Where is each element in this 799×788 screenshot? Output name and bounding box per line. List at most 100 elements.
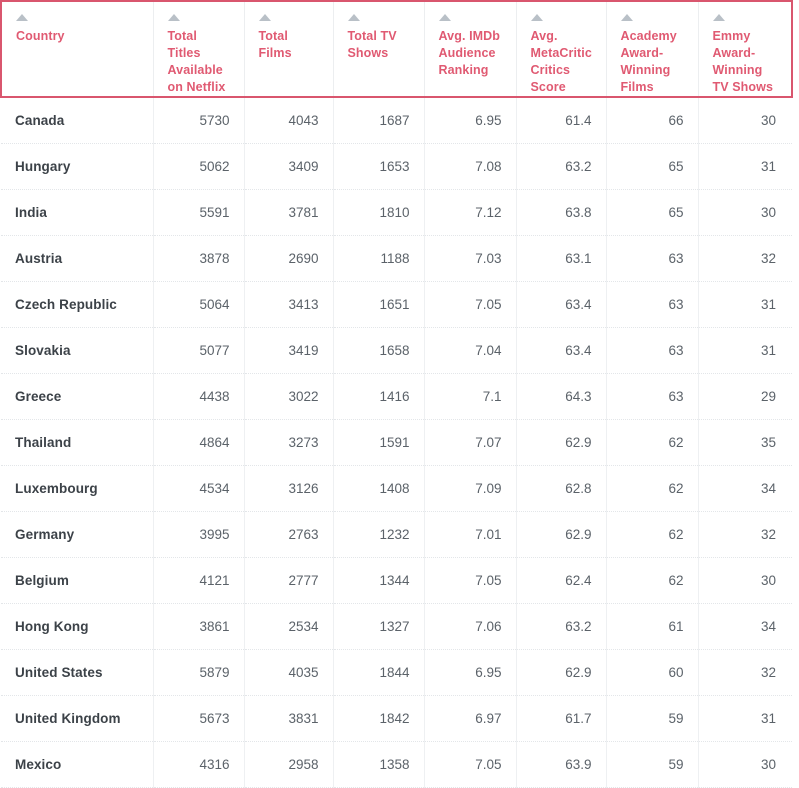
- table-row[interactable]: Greece 4438 3022 1416 7.1 64.3 63 29: [1, 373, 792, 420]
- cell-total_titles: 5077: [153, 327, 245, 374]
- table-row[interactable]: Austria 3878 2690 1188 7.03 63.1 63 32: [1, 235, 792, 282]
- cell-country: United States: [1, 649, 154, 696]
- cell-oscars: 62: [606, 511, 699, 558]
- table-header: Country Total Titles Available on Netflix…: [0, 0, 793, 98]
- column-header-label: Total Films: [258, 29, 292, 60]
- cell-oscars: 63: [606, 327, 699, 374]
- column-header-total_films[interactable]: Total Films: [244, 0, 334, 98]
- table-row[interactable]: Slovakia 5077 3419 1658 7.04 63.4 63 31: [1, 327, 792, 374]
- cell-total_films: 2958: [244, 741, 334, 788]
- table-row[interactable]: Mexico 4316 2958 1358 7.05 63.9 59 30: [1, 741, 792, 788]
- column-header-emmys[interactable]: Emmy Award-Winning TV Shows: [698, 0, 793, 98]
- cell-country: Slovakia: [1, 327, 154, 374]
- cell-total_tv: 1844: [333, 649, 425, 696]
- cell-emmys: 35: [698, 419, 792, 466]
- cell-total_tv: 1416: [333, 373, 425, 420]
- table-row[interactable]: Germany 3995 2763 1232 7.01 62.9 62 32: [1, 511, 792, 558]
- cell-imdb: 7.09: [424, 465, 517, 512]
- table-row[interactable]: Luxembourg 4534 3126 1408 7.09 62.8 62 34: [1, 465, 792, 512]
- cell-total_tv: 1810: [333, 189, 425, 236]
- cell-total_tv: 1408: [333, 465, 425, 512]
- column-header-country[interactable]: Country: [0, 0, 154, 98]
- table-row[interactable]: Czech Republic 5064 3413 1651 7.05 63.4 63 31: [1, 281, 792, 328]
- cell-total_films: 3273: [244, 419, 334, 466]
- cell-oscars: 65: [606, 189, 699, 236]
- table-row[interactable]: Hong Kong 3861 2534 1327 7.06 63.2 61 34: [1, 603, 792, 650]
- cell-metacritic: 63.4: [516, 281, 607, 328]
- column-header-label: Country: [16, 29, 65, 43]
- cell-oscars: 62: [606, 465, 699, 512]
- cell-country: Belgium: [1, 557, 154, 604]
- cell-total_films: 3413: [244, 281, 334, 328]
- column-header-label: Academy Award-Winning Films: [620, 29, 677, 94]
- cell-country: Canada: [1, 97, 154, 144]
- cell-metacritic: 63.8: [516, 189, 607, 236]
- cell-emmys: 30: [698, 557, 792, 604]
- sort-ascending-icon[interactable]: [712, 14, 725, 21]
- cell-imdb: 7.06: [424, 603, 517, 650]
- cell-imdb: 7.01: [424, 511, 517, 558]
- table-body: Canada 5730 4043 1687 6.95 61.4 66 30 Hungary 506…: [1, 97, 792, 788]
- cell-total_films: 3126: [244, 465, 334, 512]
- cell-emmys: 30: [698, 741, 792, 788]
- cell-country: India: [1, 189, 154, 236]
- column-header-metacritic[interactable]: Avg. MetaCritic Critics Score: [516, 0, 607, 98]
- column-header-oscars[interactable]: Academy Award-Winning Films: [606, 0, 699, 98]
- cell-metacritic: 64.3: [516, 373, 607, 420]
- table-row[interactable]: Belgium 4121 2777 1344 7.05 62.4 62 30: [1, 557, 792, 604]
- cell-total_tv: 1591: [333, 419, 425, 466]
- cell-total_titles: 3995: [153, 511, 245, 558]
- column-header-label: Total TV Shows: [347, 29, 397, 60]
- cell-metacritic: 62.4: [516, 557, 607, 604]
- table-row[interactable]: United Kingdom 5673 3831 1842 6.97 61.7 59 31: [1, 695, 792, 742]
- table-row[interactable]: Canada 5730 4043 1687 6.95 61.4 66 30: [1, 97, 792, 144]
- cell-total_films: 2690: [244, 235, 334, 282]
- cell-metacritic: 62.9: [516, 511, 607, 558]
- cell-total_titles: 4438: [153, 373, 245, 420]
- cell-total_films: 4043: [244, 97, 334, 144]
- table-row[interactable]: Thailand 4864 3273 1591 7.07 62.9 62 35: [1, 419, 792, 466]
- column-header-total_titles[interactable]: Total Titles Available on Netflix: [153, 0, 245, 98]
- cell-imdb: 7.08: [424, 143, 517, 190]
- column-header-imdb[interactable]: Avg. IMDb Audience Ranking: [424, 0, 517, 98]
- column-header-total_tv[interactable]: Total TV Shows: [333, 0, 425, 98]
- cell-total_titles: 4121: [153, 557, 245, 604]
- sort-ascending-icon[interactable]: [167, 14, 180, 21]
- cell-oscars: 66: [606, 97, 699, 144]
- sort-ascending-icon[interactable]: [347, 14, 360, 21]
- table-row[interactable]: United States 5879 4035 1844 6.95 62.9 60 32: [1, 649, 792, 696]
- cell-metacritic: 61.7: [516, 695, 607, 742]
- cell-total_films: 3409: [244, 143, 334, 190]
- sort-ascending-icon[interactable]: [530, 14, 543, 21]
- netflix-country-table: Country Total Titles Available on Netflix…: [0, 0, 793, 788]
- cell-total_titles: 4864: [153, 419, 245, 466]
- cell-total_tv: 1651: [333, 281, 425, 328]
- cell-total_titles: 5730: [153, 97, 245, 144]
- cell-total_films: 2763: [244, 511, 334, 558]
- cell-oscars: 63: [606, 235, 699, 282]
- sort-ascending-icon[interactable]: [438, 14, 451, 21]
- cell-total_films: 2777: [244, 557, 334, 604]
- cell-metacritic: 62.9: [516, 419, 607, 466]
- sort-ascending-icon[interactable]: [16, 14, 28, 21]
- cell-total_tv: 1687: [333, 97, 425, 144]
- cell-total_tv: 1358: [333, 741, 425, 788]
- cell-total_titles: 3878: [153, 235, 245, 282]
- cell-emmys: 30: [698, 189, 792, 236]
- cell-imdb: 6.95: [424, 97, 517, 144]
- cell-total_titles: 4534: [153, 465, 245, 512]
- table-row[interactable]: India 5591 3781 1810 7.12 63.8 65 30: [1, 189, 792, 236]
- cell-total_films: 3781: [244, 189, 334, 236]
- cell-emmys: 31: [698, 695, 792, 742]
- cell-total_tv: 1653: [333, 143, 425, 190]
- cell-total_tv: 1188: [333, 235, 425, 282]
- sort-ascending-icon[interactable]: [258, 14, 271, 21]
- cell-imdb: 7.04: [424, 327, 517, 374]
- sort-ascending-icon[interactable]: [620, 14, 633, 21]
- cell-total_titles: 5062: [153, 143, 245, 190]
- cell-emmys: 32: [698, 235, 792, 282]
- cell-total_films: 3419: [244, 327, 334, 374]
- table-row[interactable]: Hungary 5062 3409 1653 7.08 63.2 65 31: [1, 143, 792, 190]
- cell-metacritic: 61.4: [516, 97, 607, 144]
- cell-metacritic: 63.9: [516, 741, 607, 788]
